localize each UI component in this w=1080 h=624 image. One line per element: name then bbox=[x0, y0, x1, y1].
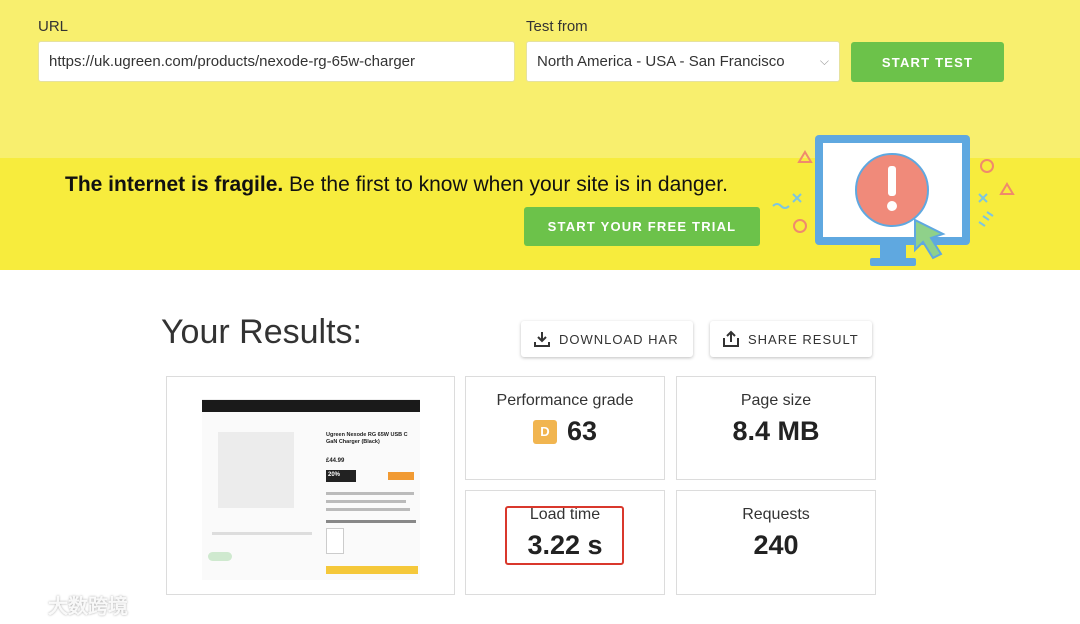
alert-monitor-icon bbox=[772, 135, 1015, 266]
download-har-label: DOWNLOAD HAR bbox=[559, 331, 679, 347]
download-icon bbox=[534, 332, 550, 347]
load-time-highlight bbox=[505, 506, 624, 565]
page-size-label: Page size bbox=[740, 392, 812, 409]
url-label: URL bbox=[38, 18, 69, 35]
page-size-value: 8.4 MB bbox=[732, 416, 820, 446]
page-size-card: Page size 8.4 MB bbox=[676, 376, 876, 480]
performance-grade-card: Performance grade D 63 bbox=[465, 376, 665, 480]
thumb-discount: 20% bbox=[326, 470, 356, 482]
share-result-button[interactable]: SHARE RESULT bbox=[710, 321, 872, 357]
share-result-label: SHARE RESULT bbox=[748, 331, 859, 347]
promo-headline-rest: Be the first to know when your site is i… bbox=[283, 173, 728, 196]
download-har-button[interactable]: DOWNLOAD HAR bbox=[521, 321, 693, 357]
requests-label: Requests bbox=[742, 506, 810, 523]
thumb-price: £44.99 bbox=[326, 458, 345, 464]
requests-card: Requests 240 bbox=[676, 490, 876, 595]
performance-grade-label: Performance grade bbox=[496, 392, 634, 409]
free-trial-button[interactable]: START YOUR FREE TRIAL bbox=[524, 207, 760, 246]
results-title: Your Results: bbox=[161, 313, 362, 351]
promo-headline: The internet is fragile. Be the first to… bbox=[65, 173, 728, 197]
url-input[interactable] bbox=[38, 41, 515, 82]
share-icon bbox=[723, 330, 739, 347]
page-screenshot-thumbnail: Ugreen Nexode RG 65W USB C GaN Charger (… bbox=[202, 392, 420, 580]
thumb-product-title: Ugreen Nexode RG 65W USB C GaN Charger (… bbox=[326, 432, 408, 445]
grade-badge: D bbox=[532, 419, 557, 444]
chevron-down-icon: ⌵ bbox=[819, 54, 829, 68]
watermark-logo-icon bbox=[9, 595, 38, 614]
watermark-text: 大数跨境 bbox=[48, 596, 128, 618]
page-screenshot-card: Ugreen Nexode RG 65W USB C GaN Charger (… bbox=[166, 376, 455, 595]
requests-value: 240 bbox=[753, 530, 799, 560]
start-test-button[interactable]: START TEST bbox=[851, 42, 1004, 82]
test-from-label: Test from bbox=[526, 18, 588, 35]
promo-headline-bold: The internet is fragile. bbox=[65, 173, 284, 196]
performance-grade-value: 63 bbox=[566, 416, 598, 446]
watermark: 大数跨境 bbox=[8, 590, 128, 619]
location-value: North America - USA - San Francisco bbox=[537, 53, 785, 70]
location-select[interactable]: North America - USA - San Francisco ⌵ bbox=[526, 41, 840, 82]
